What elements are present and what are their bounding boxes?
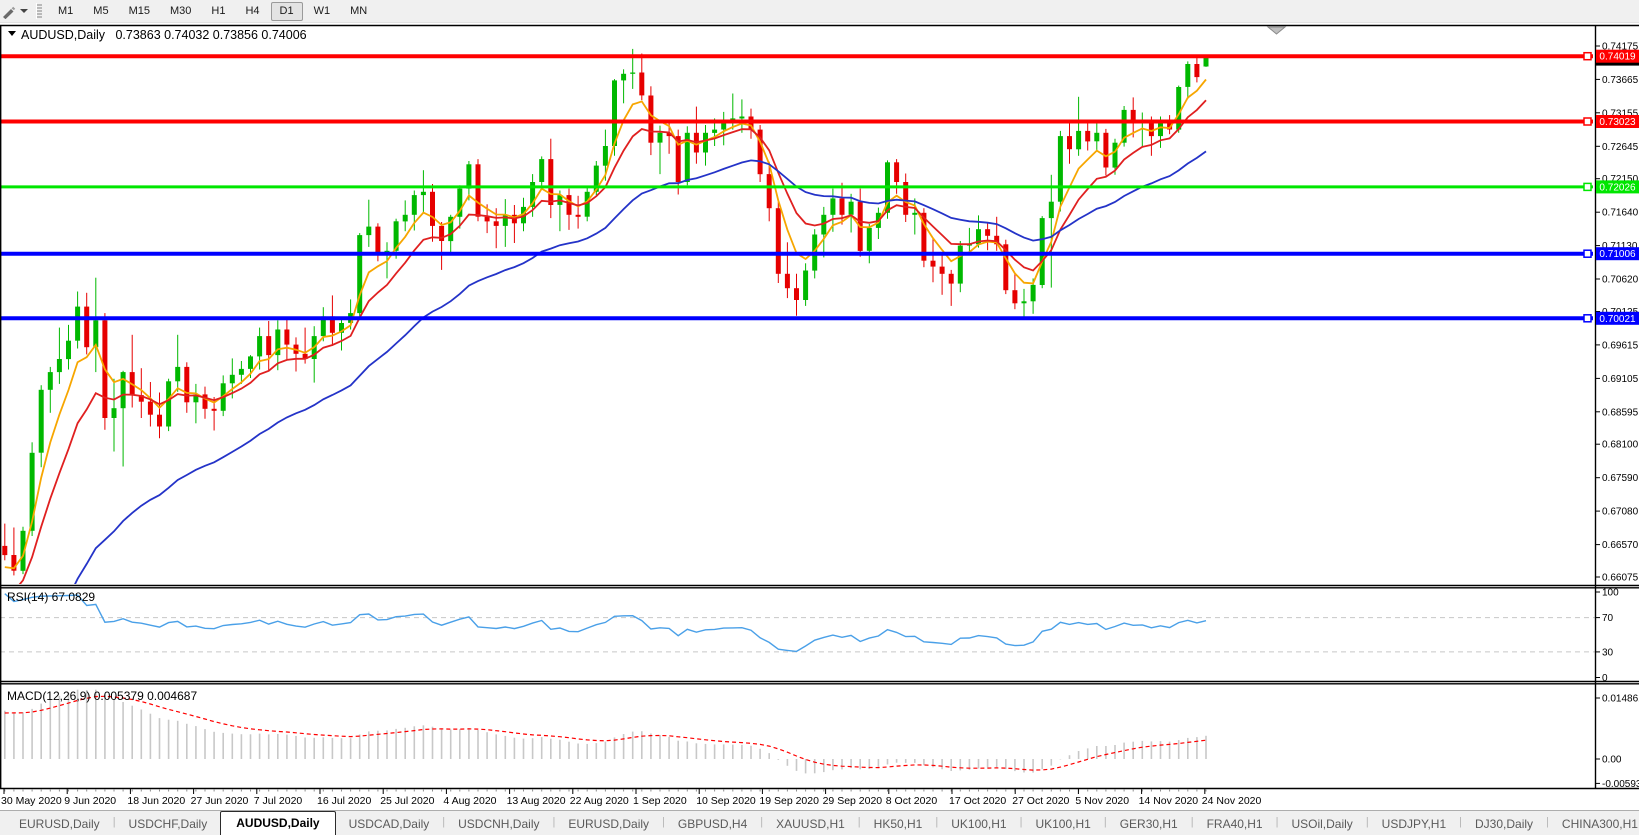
macd-label: MACD(12,26,9) 0.005379 0.004687	[7, 689, 197, 703]
svg-text:30: 30	[1602, 647, 1614, 658]
chart-title: AUDUSD,Daily 0.73863 0.74032 0.73856 0.7…	[8, 28, 307, 42]
svg-text:0.70021: 0.70021	[1599, 314, 1636, 325]
timeframe-button-h4[interactable]: H4	[236, 2, 268, 21]
chart-tab-hk50-h1[interactable]: HK50,H1	[861, 814, 936, 835]
svg-text:0.66075: 0.66075	[1602, 573, 1639, 584]
svg-text:5 Nov 2020: 5 Nov 2020	[1075, 795, 1129, 807]
svg-text:17 Oct 2020: 17 Oct 2020	[949, 795, 1006, 807]
chart-tab-eurusd-daily[interactable]: EURUSD,Daily	[555, 814, 662, 835]
svg-text:0.014861: 0.014861	[1602, 694, 1639, 705]
chart-tab-uk100-h1[interactable]: UK100,H1	[938, 814, 1019, 835]
svg-text:0.72026: 0.72026	[1599, 182, 1636, 193]
svg-text:24 Nov 2020: 24 Nov 2020	[1202, 795, 1262, 807]
svg-text:0.68100: 0.68100	[1602, 440, 1639, 451]
svg-text:7 Jul 2020: 7 Jul 2020	[254, 795, 303, 807]
price-badge-0.72026: 0.72026	[1596, 180, 1639, 193]
svg-text:18 Jun 2020: 18 Jun 2020	[127, 795, 185, 807]
svg-text:30 May 2020: 30 May 2020	[1, 795, 62, 807]
svg-text:AUDUSD,Daily 0.73863 0.74032: AUDUSD,Daily 0.73863 0.74032 0.73856 0.7…	[21, 28, 307, 42]
svg-text:-0.005938: -0.005938	[1602, 779, 1639, 790]
svg-text:0.70620: 0.70620	[1602, 275, 1639, 286]
chart-canvas[interactable]: 0.741750.736650.731550.726450.721500.716…	[0, 23, 1639, 810]
timeframe-button-d1[interactable]: D1	[271, 2, 303, 21]
svg-text:10 Sep 2020: 10 Sep 2020	[696, 795, 756, 807]
chart-tab-usdcad-daily[interactable]: USDCAD,Daily	[336, 814, 443, 835]
timeframe-toolbar: M1M5M15M30H1H4D1W1MN	[0, 0, 1639, 23]
timeframe-button-m30[interactable]: M30	[161, 2, 200, 21]
toolbar-grip-handle[interactable]	[36, 3, 42, 19]
chart-tab-xauusd-h1[interactable]: XAUUSD,H1	[763, 814, 858, 835]
mt4-window: M1M5M15M30H1H4D1W1MN 0.741750.736650.731…	[0, 0, 1639, 835]
chart-tab-ger30-h1[interactable]: GER30,H1	[1107, 814, 1191, 835]
svg-text:22 Aug 2020: 22 Aug 2020	[570, 795, 629, 807]
svg-text:16 Jul 2020: 16 Jul 2020	[317, 795, 371, 807]
price-badge-0.70021: 0.70021	[1596, 312, 1639, 325]
svg-text:8 Oct 2020: 8 Oct 2020	[886, 795, 938, 807]
chevron-down-icon	[20, 9, 28, 13]
timeframe-button-m1[interactable]: M1	[49, 2, 82, 21]
timeframe-button-m15[interactable]: M15	[120, 2, 159, 21]
svg-text:0: 0	[1602, 673, 1608, 684]
svg-text:25 Jul 2020: 25 Jul 2020	[380, 795, 434, 807]
svg-text:0.69105: 0.69105	[1602, 374, 1639, 385]
svg-text:0.72645: 0.72645	[1602, 142, 1639, 153]
chart-tab-uk100-h1[interactable]: UK100,H1	[1022, 814, 1103, 835]
hline-anchor-0.71006[interactable]	[1584, 250, 1591, 257]
svg-text:13 Aug 2020: 13 Aug 2020	[507, 795, 566, 807]
hline-anchor-0.72026[interactable]	[1584, 183, 1591, 190]
svg-text:0.69615: 0.69615	[1602, 340, 1639, 351]
rsi-label: RSI(14) 67.0829	[7, 590, 95, 604]
svg-text:14 Nov 2020: 14 Nov 2020	[1139, 795, 1199, 807]
chart-tab-dj30-daily[interactable]: DJ30,Daily	[1462, 814, 1546, 835]
timeframe-button-h1[interactable]: H1	[202, 2, 234, 21]
svg-text:19 Sep 2020: 19 Sep 2020	[759, 795, 819, 807]
timeframe-buttons: M1M5M15M30H1H4D1W1MN	[48, 2, 377, 21]
timeframe-button-m5[interactable]: M5	[84, 2, 117, 21]
chart-tab-gbpusd-h4[interactable]: GBPUSD,H4	[665, 814, 760, 835]
hline-anchor-0.73023[interactable]	[1584, 118, 1591, 125]
svg-text:70: 70	[1602, 613, 1614, 624]
chart-tab-usdchf-daily[interactable]: USDCHF,Daily	[116, 814, 221, 835]
chart-tab-usdjpy-h1[interactable]: USDJPY,H1	[1369, 814, 1459, 835]
svg-text:1 Sep 2020: 1 Sep 2020	[633, 795, 687, 807]
chart-tab-usdcnh-daily[interactable]: USDCNH,Daily	[445, 814, 552, 835]
chart-tab-bar: EURUSD,Daily|USDCHF,DailyAUDUSD,DailyUSD…	[0, 810, 1639, 835]
hline-anchor-0.70021[interactable]	[1584, 315, 1591, 322]
cursor-tool-icon	[1, 4, 16, 19]
svg-text:0.73665: 0.73665	[1602, 75, 1639, 86]
chart-tab-usoil-daily[interactable]: USOil,Daily	[1278, 814, 1365, 835]
svg-text:4 Aug 2020: 4 Aug 2020	[443, 795, 496, 807]
svg-text:29 Sep 2020: 29 Sep 2020	[823, 795, 883, 807]
price-badge-0.71006: 0.71006	[1596, 247, 1639, 260]
svg-text:0.74019: 0.74019	[1599, 52, 1636, 63]
svg-text:0.73023: 0.73023	[1599, 117, 1636, 128]
svg-text:27 Jun 2020: 27 Jun 2020	[191, 795, 249, 807]
chart-tab-eurusd-daily[interactable]: EURUSD,Daily	[6, 814, 113, 835]
svg-text:0.00: 0.00	[1602, 755, 1622, 766]
price-badge-0.73023: 0.73023	[1596, 115, 1639, 128]
svg-text:0.66570: 0.66570	[1602, 540, 1639, 551]
svg-text:100: 100	[1602, 588, 1619, 599]
hline-anchor-0.74019[interactable]	[1584, 53, 1591, 60]
chart-tab-audusd-daily[interactable]: AUDUSD,Daily	[220, 811, 335, 835]
chart-background	[0, 23, 1639, 810]
svg-text:0.67080: 0.67080	[1602, 507, 1639, 518]
timeframe-button-w1[interactable]: W1	[305, 2, 340, 21]
svg-text:27 Oct 2020: 27 Oct 2020	[1012, 795, 1069, 807]
svg-text:0.68595: 0.68595	[1602, 407, 1639, 418]
svg-text:0.71006: 0.71006	[1599, 249, 1636, 260]
timeframe-button-mn[interactable]: MN	[341, 2, 376, 21]
svg-text:0.67590: 0.67590	[1602, 473, 1639, 484]
chart-tab-fra40-h1[interactable]: FRA40,H1	[1194, 814, 1276, 835]
svg-text:9 Jun 2020: 9 Jun 2020	[64, 795, 116, 807]
svg-text:0.71640: 0.71640	[1602, 208, 1639, 219]
cursor-tool-button[interactable]	[0, 0, 32, 22]
chart-tab-china300-h1[interactable]: CHINA300,H1	[1549, 814, 1639, 835]
price-badge-0.74019: 0.74019	[1596, 50, 1639, 63]
